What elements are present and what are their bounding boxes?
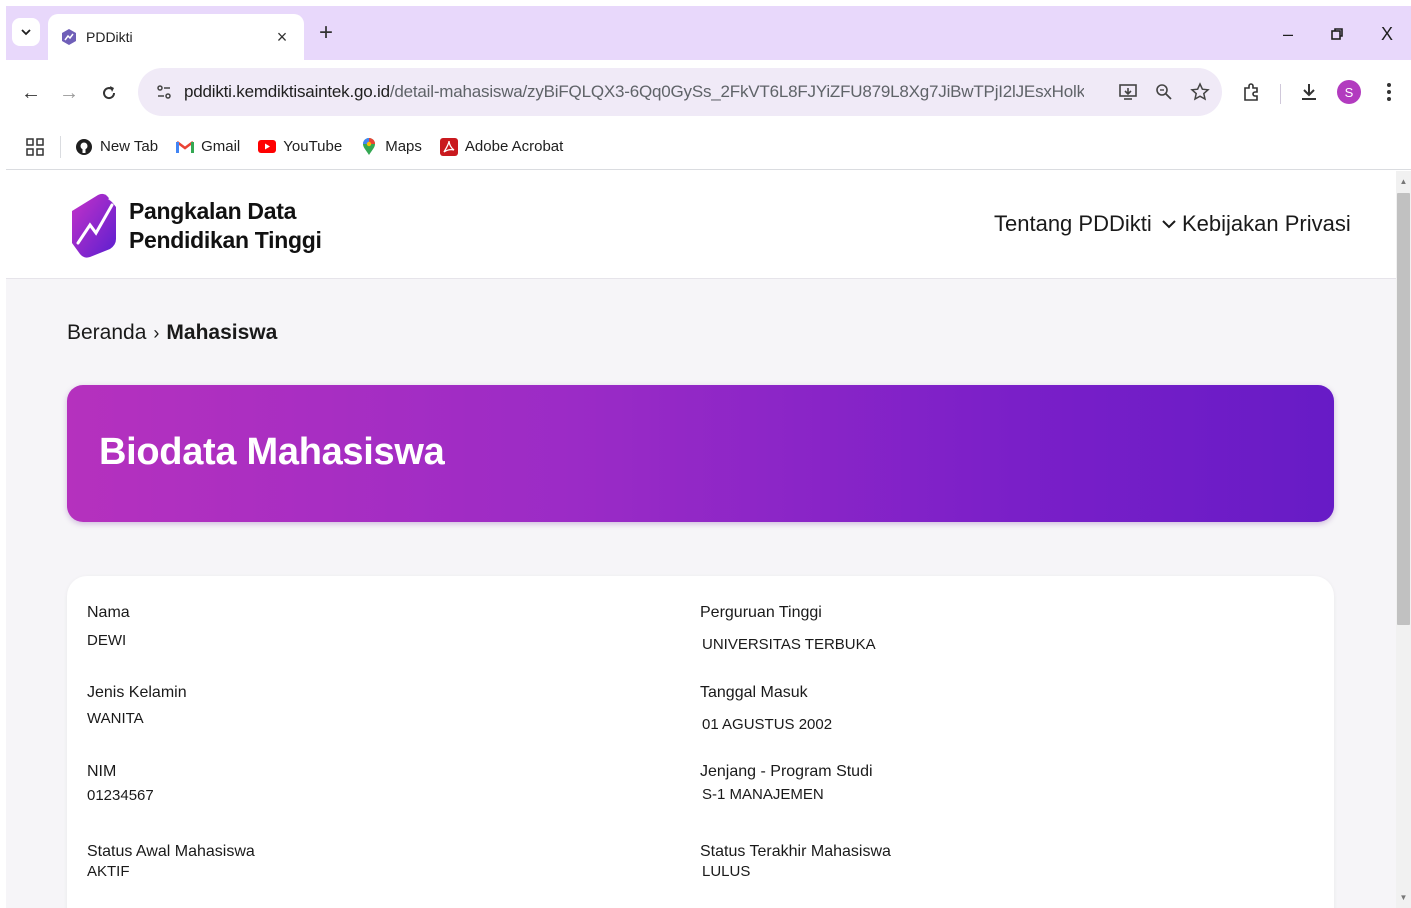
- nav-tentang-label: Tentang PDDikti: [994, 211, 1152, 236]
- nama-value: DEWI: [87, 632, 127, 649]
- browser-tab[interactable]: PDDikti ×: [48, 14, 304, 60]
- gmail-icon: [176, 138, 195, 156]
- chevron-down-icon: [21, 29, 31, 36]
- perguruan-tinggi-value: UNIVERSITAS TERBUKA: [702, 636, 876, 653]
- logo-line-1: Pangkalan Data: [129, 198, 297, 224]
- github-icon: [75, 138, 93, 156]
- forward-button[interactable]: →: [54, 78, 84, 108]
- bookmark-youtube[interactable]: YouTube: [258, 138, 342, 156]
- nim-label: NIM: [87, 763, 117, 780]
- jenjang-program-studi-value: S-1 MANAJEMEN: [702, 786, 824, 803]
- bookmark-label: Gmail: [201, 138, 241, 155]
- tab-search-button[interactable]: [12, 18, 40, 46]
- bookmark-label: Adobe Acrobat: [464, 138, 564, 155]
- zoom-icon[interactable]: [1152, 80, 1176, 104]
- close-window-button[interactable]: X: [1373, 20, 1401, 48]
- bookmark-new-tab[interactable]: New Tab: [75, 138, 158, 156]
- apps-grid-icon[interactable]: [24, 136, 46, 158]
- status-terakhir-label: Status Terakhir Mahasiswa: [700, 843, 891, 860]
- site-logo-text[interactable]: Pangkalan Data Pendidikan Tinggi: [129, 197, 322, 255]
- breadcrumb-home[interactable]: Beranda: [67, 321, 146, 345]
- maps-icon: [360, 137, 378, 156]
- tab-title: PDDikti: [86, 29, 133, 45]
- new-tab-button[interactable]: +: [312, 19, 340, 47]
- bookmark-maps[interactable]: Maps: [360, 137, 422, 156]
- page-scrollbar[interactable]: ▲ ▼: [1396, 171, 1411, 908]
- site-info-icon[interactable]: [152, 80, 176, 104]
- status-awal-label: Status Awal Mahasiswa: [87, 843, 255, 860]
- reload-icon: [103, 86, 116, 100]
- breadcrumb-current: Mahasiswa: [166, 321, 278, 344]
- back-button[interactable]: ←: [16, 78, 46, 108]
- acrobat-icon: [439, 137, 458, 156]
- site-header: Pangkalan Data Pendidikan Tinggi Tentang…: [6, 171, 1396, 279]
- pddikti-logo[interactable]: [68, 191, 122, 259]
- install-app-icon[interactable]: [1116, 80, 1140, 104]
- nim-value: 01234567: [87, 787, 154, 804]
- url-text[interactable]: pddikti.kemdiktisaintek.go.id/detail-mah…: [184, 82, 1084, 102]
- biodata-card: Nama DEWI Jenis Kelamin WANITA NIM 01234…: [67, 576, 1334, 908]
- nama-label: Nama: [87, 604, 130, 621]
- extensions-icon[interactable]: [1237, 78, 1265, 106]
- bookmark-adobe-acrobat[interactable]: Adobe Acrobat: [439, 137, 564, 156]
- bookmark-label: YouTube: [283, 138, 343, 155]
- logo-line-2: Pendidikan Tinggi: [129, 227, 322, 253]
- page-viewport: Pangkalan Data Pendidikan Tinggi Tentang…: [6, 171, 1396, 908]
- perguruan-tinggi-label: Perguruan Tinggi: [700, 604, 822, 621]
- nav-kebijakan-privasi[interactable]: Kebijakan Privasi: [1182, 211, 1351, 237]
- bookmarks-bar: New Tab Gmail YouTube Maps Adobe Acrobat: [6, 124, 1411, 170]
- biodata-banner: Biodata Mahasiswa: [67, 385, 1334, 522]
- bookmark-star-icon[interactable]: [1188, 80, 1212, 104]
- bookmark-label: New Tab: [100, 138, 159, 155]
- scroll-up-arrow-icon[interactable]: ▲: [1396, 175, 1411, 187]
- url-path: /detail-mahasiswa/zyBiFQLQX3-6Qq0GySs_2F…: [389, 82, 1084, 101]
- nav-tentang-pddikti[interactable]: Tentang PDDikti: [994, 211, 1178, 237]
- url-host: pddikti.kemdiktisaintek.go.id: [184, 82, 390, 101]
- tanggal-masuk-value: 01 AGUSTUS 2002: [702, 716, 833, 733]
- scroll-down-arrow-icon[interactable]: ▼: [1396, 891, 1411, 903]
- bookmark-gmail[interactable]: Gmail: [176, 138, 240, 156]
- breadcrumb: Beranda › Mahasiswa: [67, 321, 277, 345]
- reload-button[interactable]: [94, 78, 124, 108]
- jenis-kelamin-label: Jenis Kelamin: [87, 684, 187, 701]
- tanggal-masuk-label: Tanggal Masuk: [700, 684, 808, 701]
- breadcrumb-separator: ›: [153, 322, 160, 343]
- tab-close-icon[interactable]: ×: [272, 27, 292, 47]
- youtube-icon: [258, 138, 277, 156]
- tab-strip: PDDikti × + – X: [6, 6, 1411, 60]
- status-awal-value: AKTIF: [87, 863, 130, 880]
- restore-icon: [1331, 28, 1343, 40]
- jenis-kelamin-value: WANITA: [87, 710, 144, 727]
- status-terakhir-value: LULUS: [702, 863, 751, 880]
- restore-button[interactable]: [1323, 20, 1351, 48]
- jenjang-program-studi-label: Jenjang - Program Studi: [700, 763, 873, 780]
- toolbar-separator: [1280, 84, 1281, 104]
- bookmarks-separator: [60, 135, 61, 158]
- download-icon[interactable]: [1295, 78, 1323, 106]
- more-menu-icon[interactable]: [1375, 78, 1403, 106]
- chevron-down-icon: [1160, 215, 1178, 233]
- scrollbar-thumb[interactable]: [1397, 193, 1410, 625]
- browser-toolbar: ← → pddikti.kemdiktisaintek.go.id/detail…: [6, 60, 1411, 124]
- page-title: Biodata Mahasiswa: [99, 431, 445, 473]
- minimize-button[interactable]: –: [1274, 20, 1302, 48]
- profile-avatar[interactable]: S: [1337, 80, 1361, 104]
- pddikti-favicon: [60, 28, 78, 46]
- bookmark-label: Maps: [385, 138, 422, 155]
- address-bar[interactable]: pddikti.kemdiktisaintek.go.id/detail-mah…: [138, 68, 1222, 116]
